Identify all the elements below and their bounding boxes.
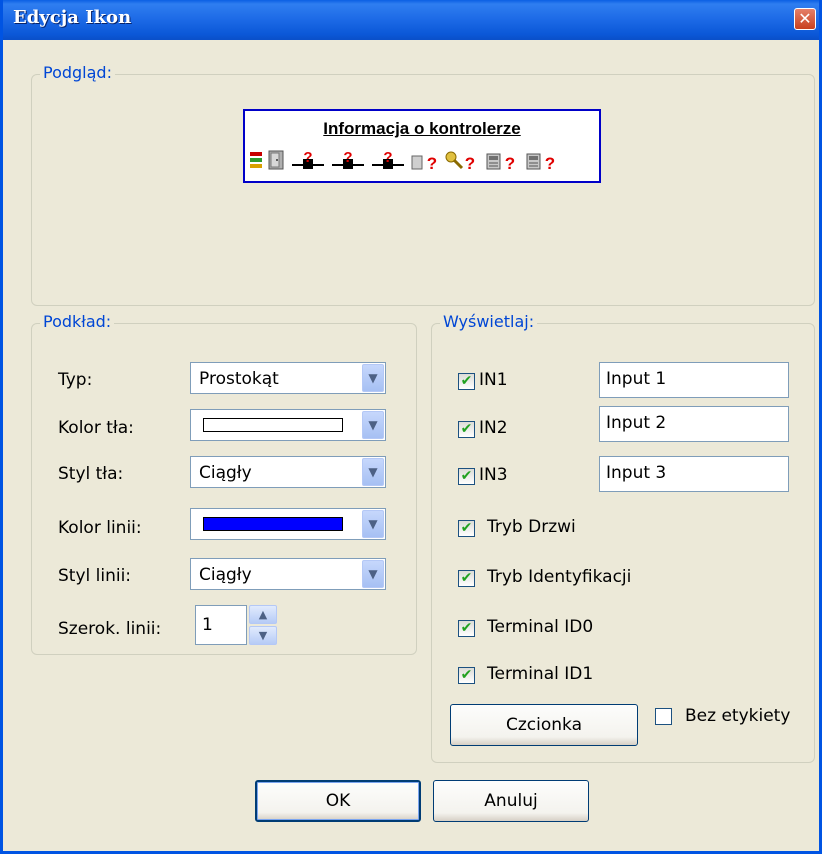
line-style-label: Styl linii: [58, 566, 132, 586]
cancel-button-label: Anuluj [484, 791, 538, 811]
bg-color-swatch [203, 418, 343, 432]
close-icon[interactable]: ✕ [794, 8, 816, 30]
background-legend: Podkład: [40, 312, 115, 331]
title-bar[interactable]: Edycja Ikon ✕ [3, 0, 819, 40]
font-button-label: Czcionka [505, 715, 582, 735]
svg-text:?: ? [343, 149, 352, 166]
svg-text:?: ? [465, 154, 475, 173]
font-button[interactable]: Czcionka [450, 704, 638, 746]
preview-icons-row: ? ? ? ? ? ? ? [249, 149, 599, 175]
type-value: Prostokąt [199, 369, 279, 389]
svg-text:?: ? [383, 149, 392, 166]
in2-name-input[interactable]: Input 2 [599, 406, 789, 442]
chevron-down-icon[interactable]: ▼ [362, 560, 384, 588]
line-width-spinner[interactable]: ▲ ▼ [249, 605, 277, 645]
chevron-down-icon[interactable]: ▼ [362, 510, 384, 538]
bg-style-combobox[interactable]: Ciągły ▼ [190, 456, 386, 488]
in3-name-value: Input 3 [606, 463, 667, 483]
svg-text:?: ? [505, 154, 515, 173]
type-label: Typ: [58, 370, 93, 390]
terminal-id1-checkbox[interactable]: ✔ [458, 667, 475, 684]
svg-text:?: ? [303, 149, 312, 166]
in3-checkbox[interactable]: ✔ [458, 468, 475, 485]
line-color-label: Kolor linii: [58, 518, 142, 538]
input2-unknown-icon: ? [332, 149, 364, 169]
line-style-combobox[interactable]: Ciągły ▼ [190, 558, 386, 590]
in2-checkbox[interactable]: ✔ [458, 421, 475, 438]
terminal-id1-label: Terminal ID1 [487, 664, 594, 684]
line-width-value: 1 [202, 615, 213, 635]
chevron-down-icon[interactable]: ▼ [362, 364, 384, 392]
door-mode-checkbox[interactable]: ✔ [458, 520, 475, 537]
input1-unknown-icon: ? [292, 149, 324, 169]
terminal1-unknown-icon: ? [526, 153, 555, 173]
line-color-swatch [203, 517, 343, 531]
svg-text:?: ? [545, 154, 555, 173]
bg-color-label: Kolor tła: [58, 418, 134, 438]
bg-style-label: Styl tła: [58, 464, 124, 484]
in1-name-value: Input 1 [606, 369, 667, 389]
terminal-id0-label: Terminal ID0 [487, 617, 594, 637]
in1-label: IN1 [479, 370, 508, 390]
in2-name-value: Input 2 [606, 413, 667, 433]
preview-legend: Podgląd: [40, 63, 115, 82]
preview-title: Informacja o kontrolerze [323, 119, 521, 138]
status-stack-icon [250, 152, 262, 168]
svg-text:?: ? [427, 154, 437, 173]
line-style-value: Ciągły [199, 565, 252, 585]
bg-color-combobox[interactable]: ▼ [190, 409, 386, 441]
in1-checkbox[interactable]: ✔ [458, 373, 475, 390]
in3-label: IN3 [479, 465, 508, 485]
spin-up-icon[interactable]: ▲ [249, 605, 277, 624]
line-color-combobox[interactable]: ▼ [190, 508, 386, 540]
id-mode-checkbox[interactable]: ✔ [458, 570, 475, 587]
window-title: Edycja Ikon [13, 7, 132, 28]
in3-name-input[interactable]: Input 3 [599, 456, 789, 492]
id-mode-label: Tryb Identyfikacji [487, 567, 632, 587]
chevron-down-icon[interactable]: ▼ [362, 411, 384, 439]
key-unknown-icon: ? [445, 151, 475, 173]
line-width-input[interactable]: 1 [195, 605, 247, 645]
door-mode-unknown-icon: ? [411, 154, 437, 173]
bg-style-value: Ciągły [199, 463, 252, 483]
ok-button[interactable]: OK [255, 780, 421, 822]
icon-editor-dialog: Edycja Ikon ✕ Podgląd: Informacja o kont… [0, 0, 822, 854]
chevron-down-icon[interactable]: ▼ [362, 458, 384, 486]
door-mode-label: Tryb Drzwi [487, 517, 576, 537]
in2-label: IN2 [479, 418, 508, 438]
display-legend: Wyświetlaj: [440, 312, 538, 331]
in1-name-input[interactable]: Input 1 [599, 362, 789, 398]
no-label-checkbox[interactable] [655, 708, 672, 725]
terminal0-unknown-icon: ? [486, 153, 515, 173]
cancel-button[interactable]: Anuluj [433, 780, 589, 822]
terminal-id0-checkbox[interactable]: ✔ [458, 620, 475, 637]
line-width-label: Szerok. linii: [58, 619, 162, 639]
input3-unknown-icon: ? [372, 149, 404, 169]
spin-down-icon[interactable]: ▼ [249, 626, 277, 645]
door-icon [268, 150, 284, 170]
ok-button-label: OK [325, 791, 351, 811]
type-combobox[interactable]: Prostokąt ▼ [190, 362, 386, 394]
no-label-label: Bez etykiety [685, 706, 791, 726]
preview-box: Informacja o kontrolerze ? ? ? ? ? ? ? [243, 109, 601, 183]
